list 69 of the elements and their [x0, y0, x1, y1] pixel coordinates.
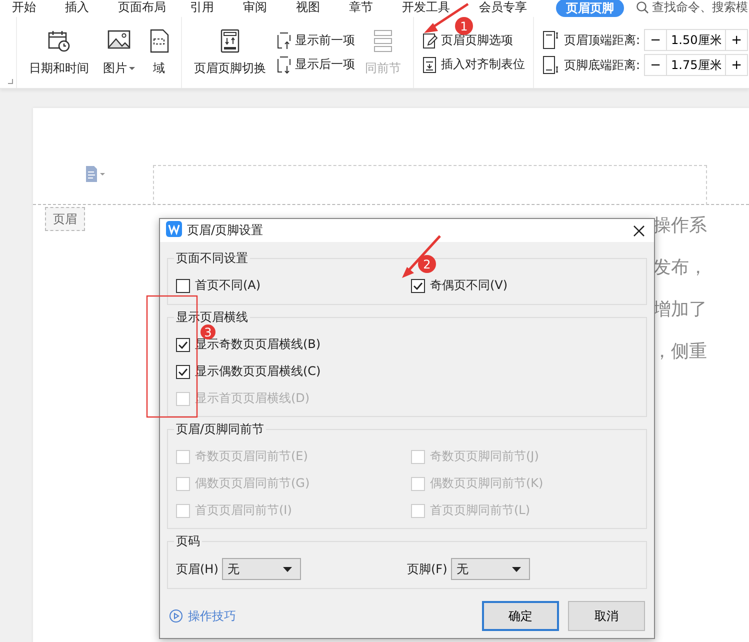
header-footer-switch-button[interactable]: 页眉页脚切换	[190, 28, 270, 76]
group-title: 页码	[175, 533, 201, 550]
step-badge: 2	[418, 255, 436, 273]
search-icon	[636, 0, 649, 14]
document-text: 发布，	[653, 256, 707, 279]
page-tab-icon	[422, 56, 438, 74]
footer-margin-icon	[542, 55, 560, 75]
margin-field[interactable]: 1.50厘米	[666, 29, 726, 51]
menu-tab[interactable]: 插入	[65, 0, 89, 14]
page-pencil-icon	[422, 32, 438, 50]
close-icon[interactable]	[633, 224, 645, 236]
stacked-bars-icon	[373, 28, 393, 52]
page-up-arrow-icon	[276, 32, 292, 50]
decrease-button[interactable]: −	[644, 54, 666, 76]
field-button[interactable]: 域	[145, 28, 173, 76]
header-margin-icon	[542, 30, 560, 50]
field-label: 页脚(F)	[407, 560, 448, 578]
header-tag: 页眉	[45, 207, 85, 231]
decrease-button[interactable]: −	[644, 29, 666, 51]
annotation-arrow	[402, 235, 441, 278]
document-menu-icon[interactable]	[85, 165, 105, 183]
dialog-title: 页眉/页脚设置	[187, 222, 264, 239]
checkbox[interactable]	[411, 278, 425, 292]
page-down-arrow-icon	[276, 56, 292, 74]
play-icon	[169, 609, 183, 623]
caret-icon	[512, 566, 522, 572]
checkbox[interactable]	[176, 364, 190, 378]
image-icon	[107, 28, 131, 50]
insert-tab-stop-button[interactable]: 插入对齐制表位	[422, 56, 525, 74]
menu-tab[interactable]: 会员专享	[479, 0, 527, 14]
picture-button[interactable]: 图片	[99, 28, 139, 76]
menu-tab[interactable]: 引用	[190, 0, 214, 14]
show-previous-button[interactable]: 显示前一项	[276, 32, 355, 50]
header-area[interactable]	[153, 165, 707, 205]
dropdown[interactable]: 无	[222, 558, 302, 580]
date-time-button[interactable]: 日期和时间	[25, 28, 93, 76]
document-arrows-icon	[220, 28, 240, 52]
search-field[interactable]: 查找命令、搜索模	[636, 0, 749, 14]
checkbox-option[interactable]: 奇偶页不同(V)	[411, 277, 508, 294]
menu-tab[interactable]: 视图	[296, 0, 320, 14]
calendar-clock-icon	[47, 28, 71, 52]
dashed-box-icon	[149, 28, 169, 52]
tips-link[interactable]: 操作技巧	[169, 608, 236, 624]
menu-tab[interactable]: 页面布局	[118, 0, 166, 14]
menu-tab[interactable]: 章节	[349, 0, 373, 14]
checkbox[interactable]	[176, 338, 190, 352]
increase-button[interactable]: +	[726, 29, 748, 51]
dropdown[interactable]: 无	[451, 558, 530, 580]
document-text: 增加了	[653, 298, 707, 321]
document-text: ，侧重	[653, 340, 707, 363]
group-title: 页眉/页脚同前节	[175, 421, 266, 438]
show-next-button[interactable]: 显示后一项	[276, 56, 355, 74]
increase-button[interactable]: +	[726, 54, 748, 76]
margin-label: 页眉顶端距离:	[564, 32, 640, 48]
margin-field[interactable]: 1.75厘米	[666, 54, 726, 76]
field-label: 页眉(H)	[176, 560, 218, 578]
document-text: 操作系	[653, 214, 707, 237]
cancel-button[interactable]: 取消	[568, 601, 645, 631]
step-badge: 3	[200, 324, 216, 340]
group-title: 页面不同设置	[175, 250, 249, 267]
checkbox-option[interactable]: 首页不同(A)	[176, 277, 261, 294]
menu-tab[interactable]: 开始	[12, 0, 36, 14]
checkbox[interactable]	[176, 278, 190, 292]
menu-tab[interactable]: 审阅	[243, 0, 267, 14]
step-badge: 1	[455, 17, 473, 35]
margin-label: 页脚底端距离:	[564, 56, 640, 74]
ok-button[interactable]: 确定	[482, 601, 559, 631]
caret-icon	[283, 566, 292, 572]
menu-tab[interactable]: 开发工具	[402, 0, 450, 14]
